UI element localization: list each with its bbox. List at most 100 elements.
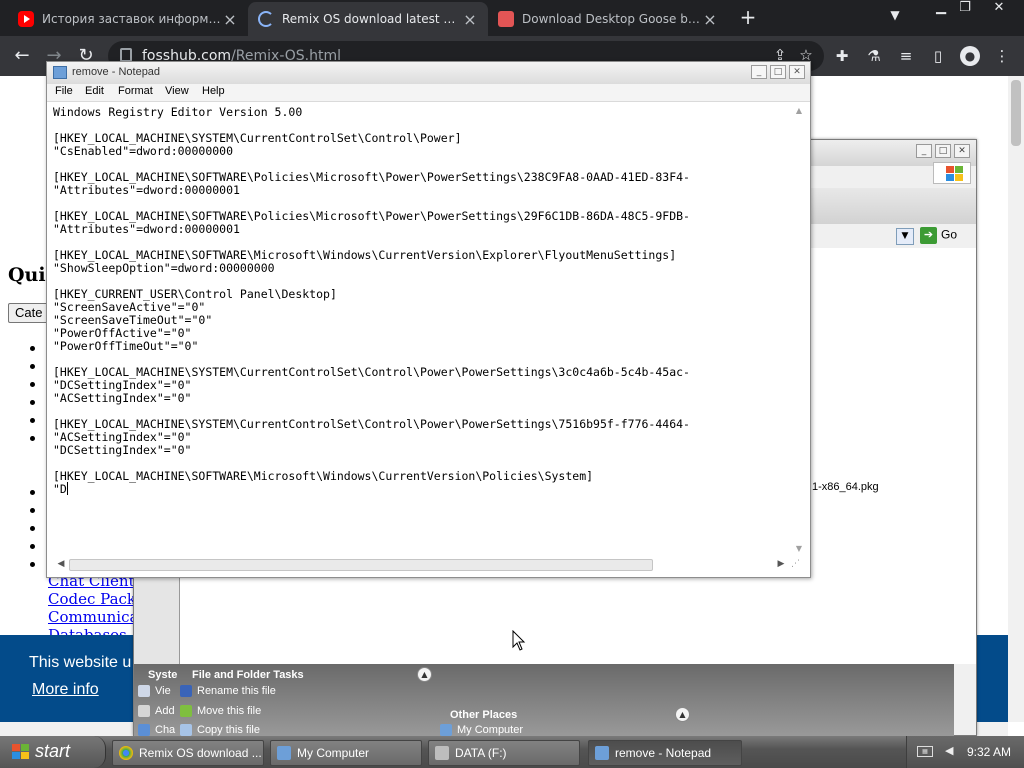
- list-bullet: [30, 544, 35, 549]
- page-vertical-scrollbar[interactable]: [1008, 76, 1024, 722]
- browser-tab-desktop-goose[interactable]: Download Desktop Goose by samp ×: [488, 2, 728, 36]
- go-button[interactable]: ➔ Go: [920, 227, 972, 246]
- tab-title: Remix OS download latest version: [282, 12, 462, 26]
- notepad-maximize-button[interactable]: □: [770, 65, 786, 79]
- scroll-right-arrow-icon[interactable]: ▶: [775, 559, 787, 571]
- notepad-text-area[interactable]: Windows Registry Editor Version 5.00 [HK…: [53, 104, 789, 556]
- extensions-puzzle-icon[interactable]: ✚: [832, 46, 852, 66]
- lab-flask-icon[interactable]: ⚗: [864, 46, 884, 66]
- start-label: start: [35, 741, 71, 761]
- list-bullet: [30, 418, 35, 423]
- taskbar: start Remix OS download ... My Computer …: [0, 736, 1024, 768]
- explorer-vertical-scrollbar[interactable]: [954, 664, 976, 735]
- system-task-add[interactable]: Add: [138, 705, 175, 718]
- move-icon: [180, 705, 192, 718]
- drive-icon: [435, 746, 449, 760]
- browser-tab-remix-os[interactable]: Remix OS download latest version ×: [248, 2, 488, 36]
- keyboard-icon[interactable]: ▦: [917, 746, 933, 757]
- explorer-task-pane: Syste Vie Add Cha File and Folder Tasks …: [134, 664, 954, 737]
- notepad-window[interactable]: remove - Notepad _ □ ✕ File Edit Format …: [46, 61, 811, 578]
- notepad-close-button[interactable]: ✕: [789, 65, 805, 79]
- text-line: "Attributes"=dword:00000001: [53, 222, 240, 236]
- text-line: [HKEY_LOCAL_MACHINE\SOFTWARE\Policies\Mi…: [53, 209, 690, 223]
- text-line: "PowerOffTimeOut"="0": [53, 339, 199, 353]
- collapse-chevron-icon[interactable]: ▲: [675, 707, 690, 722]
- notepad-horizontal-scrollbar[interactable]: ◀ ▶: [53, 557, 791, 573]
- scroll-left-arrow-icon[interactable]: ◀: [55, 559, 67, 571]
- add-icon: [138, 705, 150, 718]
- text-line: [HKEY_LOCAL_MACHINE\SYSTEM\CurrentContro…: [53, 131, 462, 145]
- menu-edit[interactable]: Edit: [85, 85, 104, 97]
- address-dropdown-chevron-icon[interactable]: ▼: [896, 228, 914, 245]
- change-icon: [138, 724, 150, 737]
- notepad-minimize-button[interactable]: _: [751, 65, 767, 79]
- tab-close-icon[interactable]: ×: [702, 10, 718, 29]
- cookie-text: This website u: [29, 654, 132, 671]
- text-line: [HKEY_LOCAL_MACHINE\SOFTWARE\Policies\Mi…: [53, 170, 690, 184]
- other-places-header: Other Places: [450, 709, 518, 721]
- scrollbar-thumb[interactable]: [1011, 80, 1021, 146]
- menu-file[interactable]: File: [55, 85, 73, 97]
- task-move-file[interactable]: Move this file: [180, 705, 261, 718]
- text-line: "ScreenSaveTimeOut"="0": [53, 313, 213, 327]
- browser-restore-button[interactable]: ❐: [950, 0, 980, 18]
- cookie-more-info-link[interactable]: More info: [32, 681, 99, 699]
- text-line: "Attributes"=dword:00000001: [53, 183, 240, 197]
- explorer-maximize-button[interactable]: □: [935, 144, 951, 158]
- scroll-up-arrow-icon[interactable]: ▲: [793, 106, 805, 118]
- taskbar-item-chrome[interactable]: Remix OS download ...: [112, 740, 264, 766]
- collapse-chevron-icon[interactable]: ▲: [417, 667, 432, 682]
- tab-search-chevron-icon[interactable]: ▼: [885, 8, 905, 22]
- notepad-vertical-scrollbar[interactable]: ▲ ▼: [791, 104, 807, 556]
- notepad-menu-bar: File Edit Format View Help: [47, 84, 810, 102]
- text-line: [HKEY_LOCAL_MACHINE\SYSTEM\CurrentContro…: [53, 417, 690, 431]
- system-task-change[interactable]: Cha: [138, 724, 175, 737]
- site-favicon-icon: [498, 11, 514, 27]
- place-my-computer[interactable]: My Computer: [440, 724, 523, 737]
- taskbar-item-data-drive[interactable]: DATA (F:): [428, 740, 580, 766]
- menu-help[interactable]: Help: [202, 85, 225, 97]
- link-communication[interactable]: Communicat: [48, 608, 144, 626]
- menu-format[interactable]: Format: [118, 85, 153, 97]
- task-rename-file[interactable]: Rename this file: [180, 685, 276, 698]
- resize-grip-icon[interactable]: ⋰: [791, 559, 805, 573]
- go-label: Go: [941, 227, 958, 242]
- notepad-title-bar[interactable]: remove - Notepad _ □ ✕: [47, 62, 810, 84]
- notepad-icon: [595, 746, 609, 760]
- side-panel-icon[interactable]: ▯: [928, 46, 948, 66]
- taskbar-item-my-computer[interactable]: My Computer: [270, 740, 422, 766]
- tab-close-icon[interactable]: ×: [222, 10, 238, 29]
- volume-icon[interactable]: ◀: [945, 744, 953, 757]
- tab-close-icon[interactable]: ×: [462, 10, 478, 29]
- chrome-icon: [119, 746, 133, 760]
- lock-icon: [120, 48, 132, 62]
- new-tab-button[interactable]: +: [737, 6, 759, 28]
- media-queue-icon[interactable]: ≡: [896, 46, 916, 66]
- browser-tab-youtube[interactable]: История заставок информационн ×: [8, 2, 248, 36]
- start-button[interactable]: start: [0, 736, 106, 768]
- explorer-minimize-button[interactable]: _: [916, 144, 932, 158]
- go-arrow-icon: ➔: [920, 227, 937, 244]
- explorer-close-button[interactable]: ✕: [954, 144, 970, 158]
- browser-close-button[interactable]: ✕: [984, 0, 1014, 18]
- kebab-menu-icon[interactable]: ⋮: [992, 46, 1012, 66]
- profile-avatar-icon[interactable]: ●: [960, 46, 980, 66]
- clock[interactable]: 9:32 AM: [967, 745, 1011, 759]
- file-name-fragment[interactable]: 1-x86_64.pkg: [812, 481, 879, 493]
- horizontal-scrollbar-thumb[interactable]: [69, 559, 653, 571]
- rename-icon: [180, 685, 192, 698]
- list-bullet: [30, 526, 35, 531]
- notepad-icon: [53, 66, 67, 79]
- back-arrow-icon[interactable]: ←: [10, 44, 34, 68]
- link-codec-packs[interactable]: Codec Packs: [48, 590, 144, 608]
- scroll-down-arrow-icon[interactable]: ▼: [793, 544, 805, 556]
- list-bullet: [30, 436, 35, 441]
- windows-logo-icon: [933, 162, 971, 184]
- menu-view[interactable]: View: [165, 85, 189, 97]
- link-databases[interactable]: Databases: [48, 626, 127, 635]
- taskbar-item-notepad[interactable]: remove - Notepad: [588, 740, 742, 766]
- category-button[interactable]: Cate: [8, 303, 48, 323]
- task-copy-file[interactable]: Copy this file: [180, 724, 260, 737]
- text-line: Windows Registry Editor Version 5.00: [53, 105, 303, 119]
- system-task-view[interactable]: Vie: [138, 685, 171, 698]
